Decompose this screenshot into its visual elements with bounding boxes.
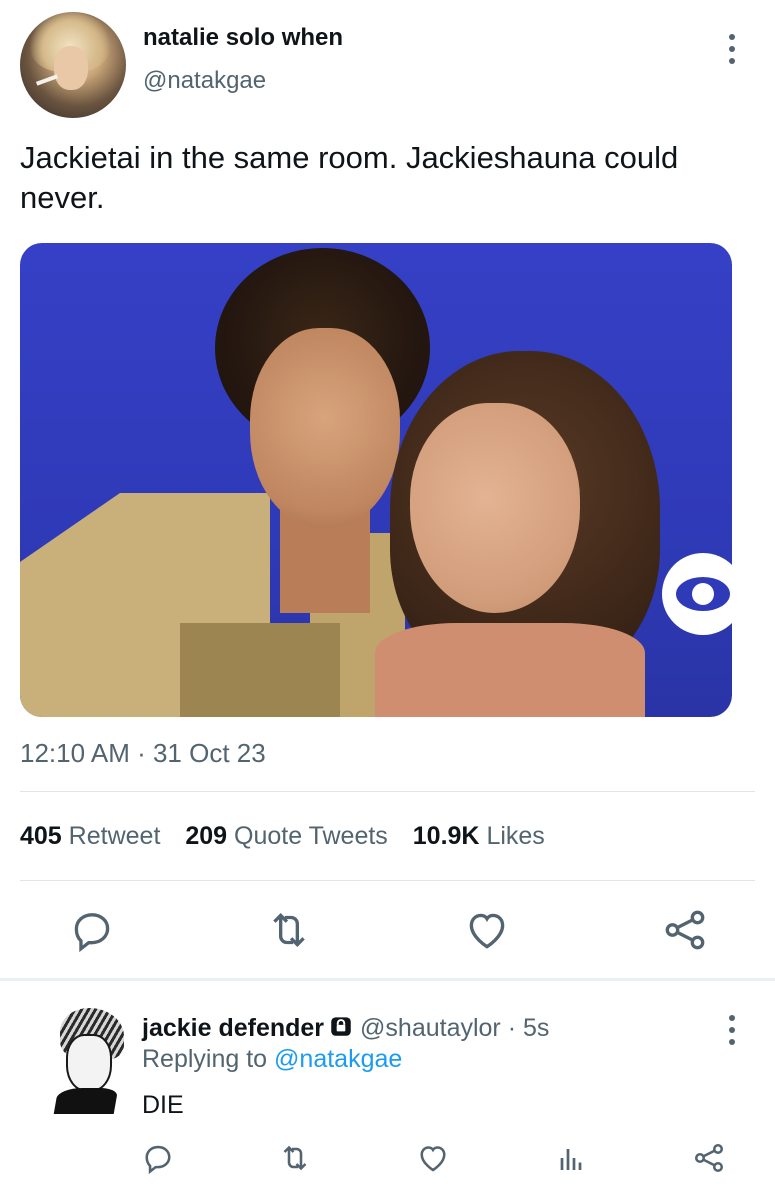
divider [20, 791, 755, 792]
replying-to: Replying to @natakgae [142, 1045, 403, 1073]
more-options-icon[interactable] [722, 32, 742, 66]
like-icon[interactable] [462, 905, 512, 955]
like-icon[interactable] [415, 1140, 451, 1176]
share-icon[interactable] [660, 905, 710, 955]
reply-header: jackie defender @shautaylor · 5s [142, 1013, 549, 1043]
reply-text: DIE [142, 1091, 184, 1119]
author-avatar[interactable] [20, 12, 126, 118]
tweet-actions [0, 905, 775, 960]
divider [20, 880, 755, 881]
tweet-stats: 405 Retweet 209 Quote Tweets 10.9K Likes [20, 822, 563, 851]
share-icon[interactable] [691, 1140, 727, 1176]
tweet-photo[interactable] [20, 243, 732, 717]
retweet-stat[interactable]: 405 Retweet [20, 822, 160, 851]
avatar-cigarette [35, 74, 59, 86]
divider [0, 978, 775, 981]
reply-author-display-name[interactable]: jackie defender [142, 1014, 324, 1042]
quote-tweets-stat[interactable]: 209 Quote Tweets [185, 822, 387, 851]
reply-actions [0, 1140, 775, 1180]
retweet-icon[interactable] [264, 905, 314, 955]
retweet-icon[interactable] [277, 1140, 313, 1176]
likes-stat[interactable]: 10.9K Likes [413, 822, 545, 851]
tweet-text: Jackietai in the same room. Jackieshauna… [20, 140, 679, 215]
reply-handle-time[interactable]: @shautaylor · 5s [360, 1014, 549, 1042]
views-icon[interactable] [553, 1140, 589, 1176]
reply-author-avatar[interactable] [52, 1008, 128, 1114]
replying-to-link[interactable]: @natakgae [274, 1045, 402, 1073]
author-handle[interactable]: @natakgae [143, 67, 266, 95]
reply-icon[interactable] [140, 1140, 176, 1176]
avatar-face [54, 46, 88, 90]
more-options-icon[interactable] [722, 1013, 742, 1047]
cbs-eye-logo [662, 553, 732, 635]
reply-icon[interactable] [67, 905, 117, 955]
tweet-timestamp[interactable]: 12:10 AM · 31 Oct 23 [20, 738, 266, 769]
author-display-name[interactable]: natalie solo when [143, 24, 343, 52]
lock-icon [328, 1013, 354, 1039]
